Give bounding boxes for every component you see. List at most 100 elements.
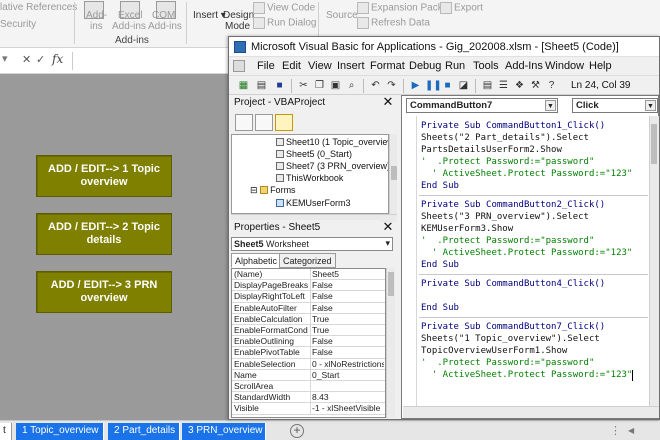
reset-icon[interactable]: ■ (441, 79, 454, 92)
scrollbar-thumb[interactable] (391, 166, 397, 180)
insert-control-button[interactable]: Insert ▾ (193, 10, 226, 21)
property-value[interactable]: False (312, 303, 384, 314)
sheet-tab-start[interactable]: t (0, 423, 12, 440)
code-line[interactable]: Private Sub CommandButton4_Click() (421, 278, 605, 290)
code-line[interactable]: ' ActiveSheet.Protect Password:="123" (421, 247, 633, 259)
help-icon[interactable]: ? (545, 79, 558, 92)
toolbox-icon[interactable]: ⚒ (529, 79, 542, 92)
code-line[interactable]: PartsDetailsUserForm2.Show (421, 144, 562, 156)
tab-part-details[interactable]: 2 Part_details (108, 423, 180, 440)
view-code-button[interactable]: View Code (253, 2, 315, 14)
property-row[interactable]: Name 0_Start (232, 369, 385, 381)
collapse-icon[interactable]: ⊟ (250, 185, 258, 195)
property-value[interactable]: -1 - xlSheetVisible (312, 403, 384, 414)
project-tree-scrollbar[interactable] (389, 134, 397, 214)
code-line[interactable]: Sheets("1 Topic_overview").Select (421, 333, 600, 345)
tree-item-sheet5[interactable]: Sheet5 (0_Start) (276, 149, 352, 159)
project-explorer-icon[interactable]: ▤ (481, 79, 494, 92)
scrollbar-thumb[interactable] (651, 124, 657, 164)
com-add-ins-button-line2[interactable]: Add-ins (148, 21, 182, 32)
property-value[interactable]: False (312, 336, 384, 347)
code-window-icon[interactable] (233, 60, 245, 72)
close-project-pane-icon[interactable]: ✕ (381, 95, 395, 109)
tree-item-kemuserform3[interactable]: KEMUserForm3 (276, 198, 351, 208)
design-mode-icon[interactable]: ◪ (457, 79, 470, 92)
code-editor[interactable]: Private Sub CommandButton1_Click() Sheets… (403, 116, 648, 406)
code-line[interactable]: ' .Protect Password:="password" (421, 235, 594, 247)
menu-tools[interactable]: Tools (473, 60, 499, 72)
property-value[interactable]: True (312, 325, 384, 336)
design-mode-button-line2[interactable]: Mode (225, 21, 250, 32)
property-row[interactable]: DisplayPageBreaks False (232, 280, 385, 292)
xml-source-button[interactable]: Source (326, 10, 358, 21)
property-row[interactable]: EnableCalculation True (232, 313, 385, 325)
property-value[interactable]: 0_Start (312, 370, 384, 381)
menu-insert[interactable]: Insert (337, 60, 365, 72)
code-line[interactable]: Private Sub CommandButton2_Click() (421, 199, 605, 211)
code-line[interactable]: End Sub (421, 259, 459, 271)
menu-debug[interactable]: Debug (409, 60, 441, 72)
view-excel-icon[interactable]: ▦ (237, 79, 250, 92)
paste-icon[interactable]: ▣ (329, 79, 342, 92)
tab-categorized[interactable]: Categorized (279, 253, 336, 268)
property-value[interactable]: 0 - xlNoRestrictions (312, 359, 384, 370)
design-mode-button[interactable]: Design (223, 10, 254, 21)
property-value[interactable]: True (312, 314, 384, 325)
code-hscrollbar[interactable] (403, 406, 659, 418)
property-row[interactable]: ScrollArea (232, 381, 385, 393)
menu-format[interactable]: Format (370, 60, 405, 72)
tree-folder-forms[interactable]: ⊟ Forms (250, 185, 296, 196)
property-row[interactable]: EnablePivotTable False (232, 347, 385, 359)
property-row[interactable]: DisplayRightToLeft False (232, 291, 385, 303)
redo-icon[interactable]: ↷ (385, 79, 398, 92)
find-icon[interactable]: ⌕ (345, 79, 358, 92)
object-dropdown[interactable]: CommandButton7 ▼ (406, 98, 558, 113)
cancel-icon[interactable]: ✕ (22, 53, 31, 66)
tree-item-sheet10[interactable]: Sheet10 (1 Topic_overview) (276, 137, 388, 147)
properties-object-dropdown[interactable]: Sheet5 Worksheet ▾ (231, 237, 393, 251)
property-value[interactable]: Sheet5 (312, 269, 384, 280)
tab-alphabetic[interactable]: Alphabetic (231, 253, 282, 268)
procedure-dropdown[interactable]: Click ▼ (572, 98, 658, 113)
scroll-left-icon[interactable]: ◀ (628, 426, 634, 435)
more-tabs-icon[interactable]: ⋮ (610, 424, 621, 437)
property-row[interactable]: EnableFormatConditio True (232, 325, 385, 337)
add-ins-button-line2[interactable]: ins (90, 21, 103, 32)
property-row[interactable]: EnableSelection 0 - xlNoRestrictions (232, 358, 385, 370)
enter-icon[interactable]: ✓ (36, 53, 45, 66)
run-dialog-button[interactable]: Run Dialog (253, 17, 316, 29)
menu-file[interactable]: File (257, 60, 275, 72)
cut-icon[interactable]: ✂ (297, 79, 310, 92)
close-properties-pane-icon[interactable]: ✕ (381, 220, 395, 234)
tab-prn-overview[interactable]: 3 PRN_overview (182, 423, 266, 440)
xml-export-button[interactable]: Export (440, 2, 483, 14)
menu-edit[interactable]: Edit (282, 60, 301, 72)
add-edit-prn-overview-button[interactable]: ADD / EDIT--> 3 PRN overview (36, 271, 172, 313)
excel-add-ins-button-line2[interactable]: Add-ins (112, 21, 146, 32)
code-line[interactable]: ' .Protect Password:="password" (421, 357, 594, 369)
object-browser-icon[interactable]: ❖ (513, 79, 526, 92)
tab-topic-overview[interactable]: 1 Topic_overview (16, 423, 104, 440)
code-line[interactable]: End Sub (421, 180, 459, 192)
refresh-data-button[interactable]: Refresh Data (357, 17, 430, 29)
code-line[interactable]: TopicOverviewUserForm1.Show (421, 345, 567, 357)
tree-item-sheet7[interactable]: Sheet7 (3 PRN_overview) (276, 161, 388, 171)
add-ins-button[interactable]: Add- (86, 10, 107, 21)
code-line[interactable]: Private Sub CommandButton1_Click() (421, 120, 605, 132)
code-line[interactable]: End Sub (421, 302, 459, 314)
copy-icon[interactable]: ❐ (313, 79, 326, 92)
property-value[interactable]: 8.43 (312, 392, 384, 403)
menu-add-ins[interactable]: Add-Ins (505, 60, 543, 72)
vba-title-bar[interactable]: Microsoft Visual Basic for Applications … (229, 37, 659, 57)
toggle-folders-icon[interactable] (275, 114, 293, 131)
macro-security-button[interactable]: Security (0, 19, 36, 30)
run-icon[interactable]: ▶ (409, 79, 422, 92)
relative-references-button[interactable]: lative References (0, 2, 77, 13)
undo-icon[interactable]: ↶ (369, 79, 382, 92)
code-vscrollbar[interactable] (649, 116, 659, 406)
com-add-ins-button[interactable]: COM (152, 10, 175, 21)
property-value[interactable]: False (312, 280, 384, 291)
property-row[interactable]: EnableOutlining False (232, 336, 385, 348)
insert-function-button[interactable]: fx (52, 52, 63, 66)
insert-module-icon[interactable]: ▤ (255, 79, 268, 92)
